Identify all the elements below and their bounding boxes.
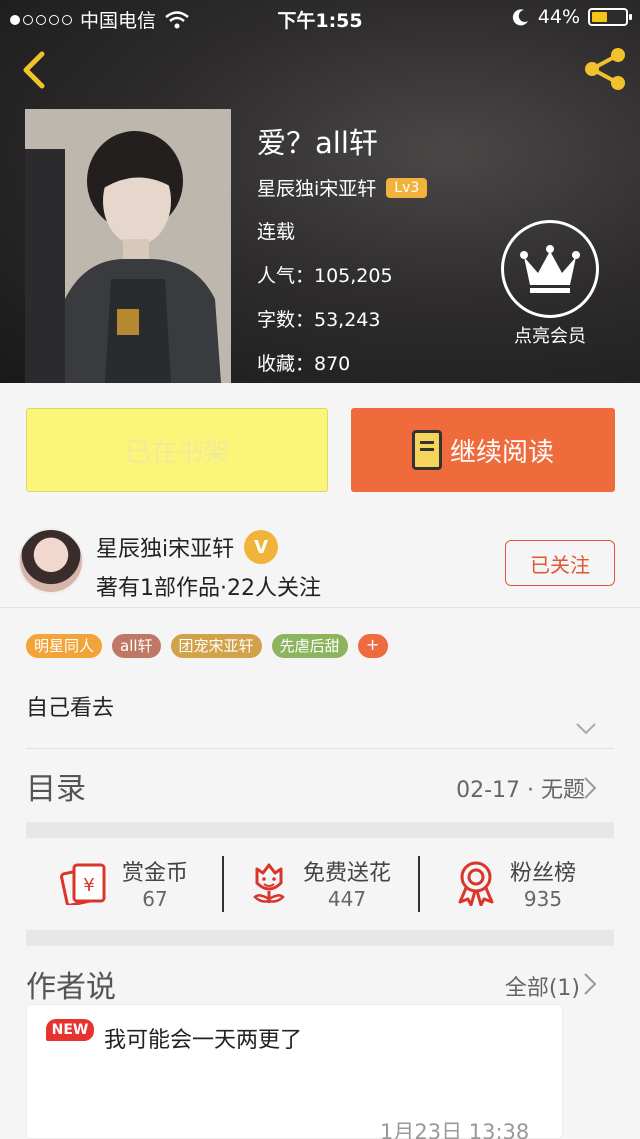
author-name[interactable]: 星辰独i宋亚轩 <box>96 531 234 563</box>
author-note-text: 我可能会一天两更了 <box>104 1028 303 1053</box>
book-author-name[interactable]: 星辰独i宋亚轩 <box>257 174 376 201</box>
book-cover[interactable] <box>25 109 231 383</box>
chevron-right-icon <box>584 777 597 799</box>
section-separator <box>26 822 614 838</box>
following-button[interactable]: 已关注 <box>505 540 615 586</box>
coin-envelope-icon: ¥ <box>60 863 106 905</box>
table-of-contents-row[interactable]: 目录 02-17 · 无题 <box>0 750 640 820</box>
continue-reading-label: 继续阅读 <box>449 437 554 468</box>
status-bar: 中国电信 下午1:55 44% <box>0 0 640 36</box>
tag-chip[interactable]: 团宠宋亚轩 <box>170 634 262 658</box>
stat-value: 67 <box>142 887 168 911</box>
book-intro: 自己看去 <box>26 696 115 721</box>
back-arrow-icon[interactable] <box>16 48 56 92</box>
favorites-count: 收藏：870 <box>257 353 351 375</box>
support-stats: ¥ 赏金币 67 免费送花 447 粉丝榜 935 <box>26 838 614 928</box>
fan-ranking-stat[interactable]: 粉丝榜 935 <box>418 838 614 928</box>
author-summary: 著有1部作品·22人关注 <box>96 576 321 601</box>
level-badge: Lv3 <box>386 177 428 198</box>
stat-value: 935 <box>523 887 563 911</box>
svg-text:¥: ¥ <box>83 875 94 896</box>
serial-status: 连载 <box>257 221 296 243</box>
battery-icon <box>588 8 632 26</box>
tag-chip[interactable]: 明星同人 <box>26 634 103 658</box>
crown-icon <box>520 245 580 293</box>
author-notes-heading: 作者说 <box>26 970 116 1005</box>
reward-coins-stat[interactable]: ¥ 赏金币 67 <box>26 838 222 928</box>
stat-label: 赏金币 <box>121 861 188 886</box>
stat-label: 粉丝榜 <box>509 861 576 886</box>
word-count: 字数：53,243 <box>257 309 381 331</box>
section-separator <box>26 930 614 946</box>
latest-chapter[interactable]: 02-17 · 无题 <box>456 772 585 804</box>
tag-chip[interactable]: all轩 <box>112 634 161 658</box>
in-bookshelf-button[interactable]: 已在书架 <box>26 408 328 492</box>
new-badge: NEW <box>46 1019 94 1041</box>
chevron-right-icon[interactable] <box>583 972 597 996</box>
stat-value: 447 <box>327 887 367 911</box>
all-notes-link[interactable]: 全部(1) <box>505 970 580 1002</box>
ribbon-medal-icon <box>458 861 494 906</box>
book-author[interactable]: 星辰独i宋亚轩 Lv3 <box>257 174 428 201</box>
chevron-down-icon[interactable] <box>575 722 597 736</box>
moon-icon <box>512 9 528 26</box>
toc-label: 目录 <box>26 772 86 807</box>
author-name-line[interactable]: 星辰独i宋亚轩 V <box>96 530 279 564</box>
avatar[interactable] <box>18 528 84 594</box>
book-icon <box>411 430 442 470</box>
vip-membership-button[interactable]: 点亮会员 <box>500 220 600 350</box>
free-flowers-stat[interactable]: 免费送花 447 <box>222 838 418 928</box>
flower-icon <box>253 863 285 903</box>
tag-list: 明星同人 all轩 团宠宋亚轩 先虐后甜 + <box>26 634 388 658</box>
continue-reading-button[interactable]: 继续阅读 <box>351 408 615 492</box>
author-note-time: 1月23日 13:38 <box>380 1120 530 1139</box>
vip-label: 点亮会员 <box>514 326 586 347</box>
book-title: 爱？all轩 <box>257 126 378 160</box>
popularity-count: 人气：105,205 <box>257 265 393 287</box>
stat-label: 免费送花 <box>302 861 391 886</box>
book-header: 中国电信 下午1:55 44% 爱？all轩 星辰独i宋亚轩 Lv3 连载 人气… <box>0 0 640 383</box>
divider <box>26 748 614 749</box>
tag-chip[interactable]: 先虐后甜 <box>271 634 348 658</box>
expand-tags-button[interactable]: + <box>357 634 388 658</box>
share-icon[interactable] <box>580 44 630 94</box>
battery-percent: 44% <box>537 6 580 28</box>
verified-badge-icon: V <box>244 530 279 564</box>
